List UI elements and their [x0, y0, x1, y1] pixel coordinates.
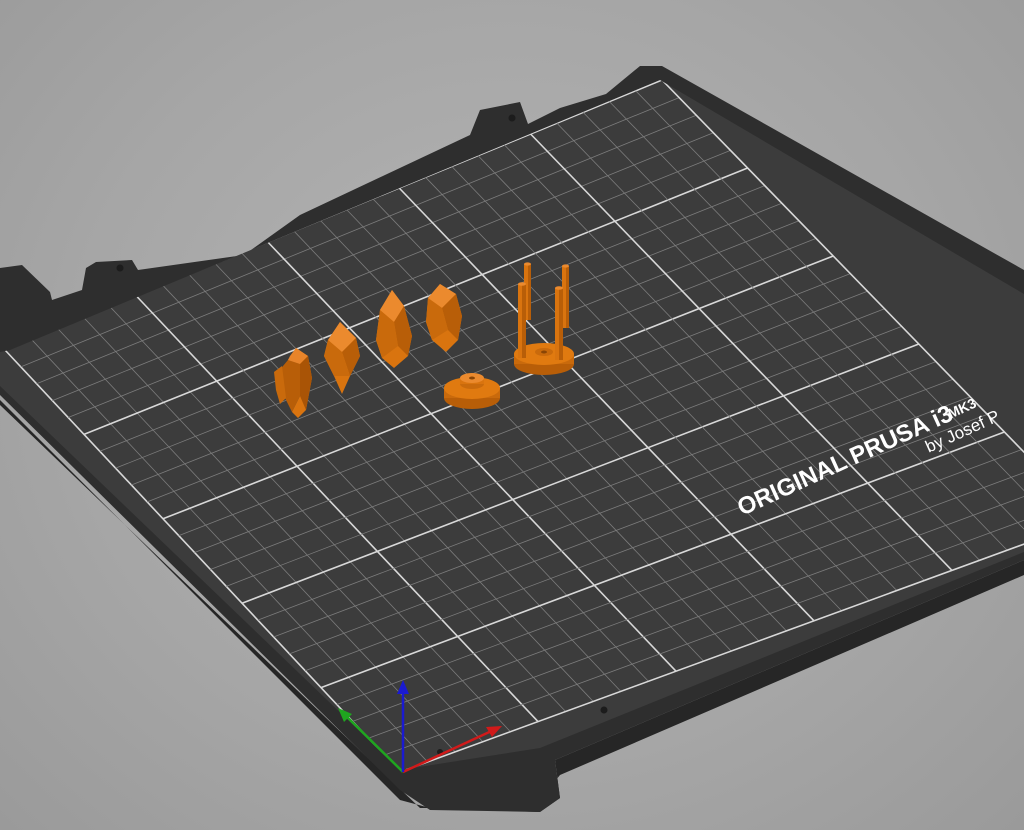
- mount-hole: [116, 264, 124, 272]
- 3d-viewport[interactable]: ORIGINAL PRUSA i3 MK3 by Josef P: [0, 0, 1024, 830]
- mount-hole: [600, 706, 608, 714]
- scene-canvas[interactable]: ORIGINAL PRUSA i3 MK3 by Josef P: [0, 0, 1024, 830]
- mount-hole: [508, 114, 516, 122]
